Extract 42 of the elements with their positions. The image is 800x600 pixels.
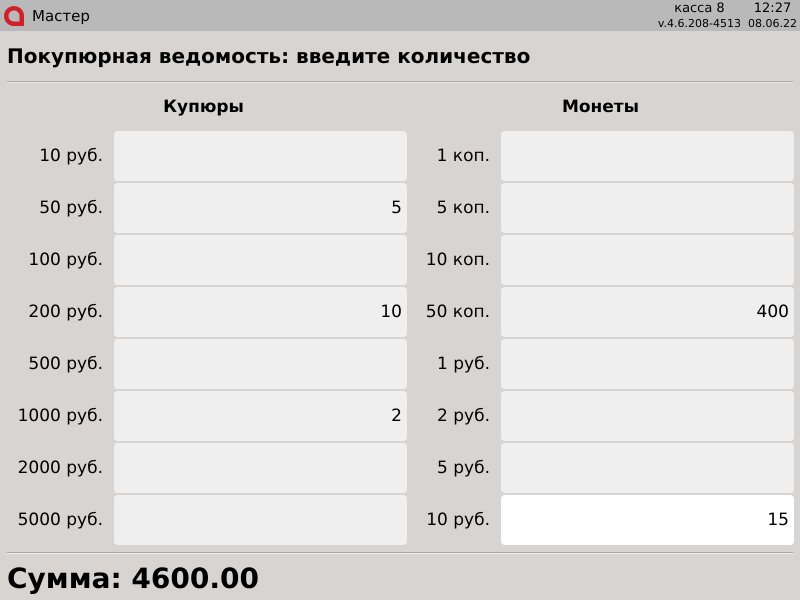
input-field[interactable] xyxy=(114,495,407,545)
denomination-label: 10 руб. xyxy=(39,146,103,166)
date-text: 08.06.22 xyxy=(748,17,797,30)
input-field[interactable]: 400 xyxy=(501,287,794,337)
input-field[interactable] xyxy=(501,235,794,285)
input-field[interactable] xyxy=(501,391,794,441)
denomination-label: 10 руб. xyxy=(426,510,490,530)
input-field[interactable] xyxy=(501,183,794,233)
denomination-label: 1000 руб. xyxy=(18,406,103,426)
total-sum: Сумма: 4600.00 xyxy=(6,561,259,597)
denomination-label: 5 коп. xyxy=(436,198,490,218)
page-heading: Покупюрная ведомость: введите количество xyxy=(6,44,530,68)
denomination-label: 5 руб. xyxy=(437,458,490,478)
clock-time: 12:27 xyxy=(754,1,792,17)
denomination-label: 50 коп. xyxy=(426,302,490,322)
input-field[interactable] xyxy=(114,443,407,493)
version-text: v.4.6.208-4513 xyxy=(658,17,742,30)
denomination-label: 200 руб. xyxy=(28,302,103,322)
denomination-label: 10 коп. xyxy=(426,250,490,270)
input-field[interactable]: 15 xyxy=(501,495,794,545)
input-field[interactable]: 2 xyxy=(114,391,407,441)
input-field[interactable] xyxy=(114,131,407,181)
input-field[interactable] xyxy=(501,339,794,389)
input-field[interactable] xyxy=(114,339,407,389)
denomination-label: 100 руб. xyxy=(28,250,103,270)
input-field[interactable] xyxy=(114,235,407,285)
denomination-label: 2000 руб. xyxy=(18,458,103,478)
denomination-label: 1 коп. xyxy=(436,146,490,166)
denomination-label: 1 руб. xyxy=(437,354,490,374)
column-heading: Купюры xyxy=(163,96,244,119)
input-field[interactable]: 10 xyxy=(114,287,407,337)
app-title: Мастер xyxy=(32,6,91,24)
denomination-label: 50 руб. xyxy=(39,198,103,218)
logo-icon xyxy=(4,6,24,26)
input-field[interactable] xyxy=(501,131,794,181)
register-name: касса 8 xyxy=(674,1,725,17)
denomination-label: 2 руб. xyxy=(437,406,490,426)
column-heading: Монеты xyxy=(562,96,640,119)
denomination-label: 500 руб. xyxy=(28,354,103,374)
denomination-label: 5000 руб. xyxy=(18,510,103,530)
input-field[interactable] xyxy=(501,443,794,493)
input-field[interactable]: 5 xyxy=(114,183,407,233)
